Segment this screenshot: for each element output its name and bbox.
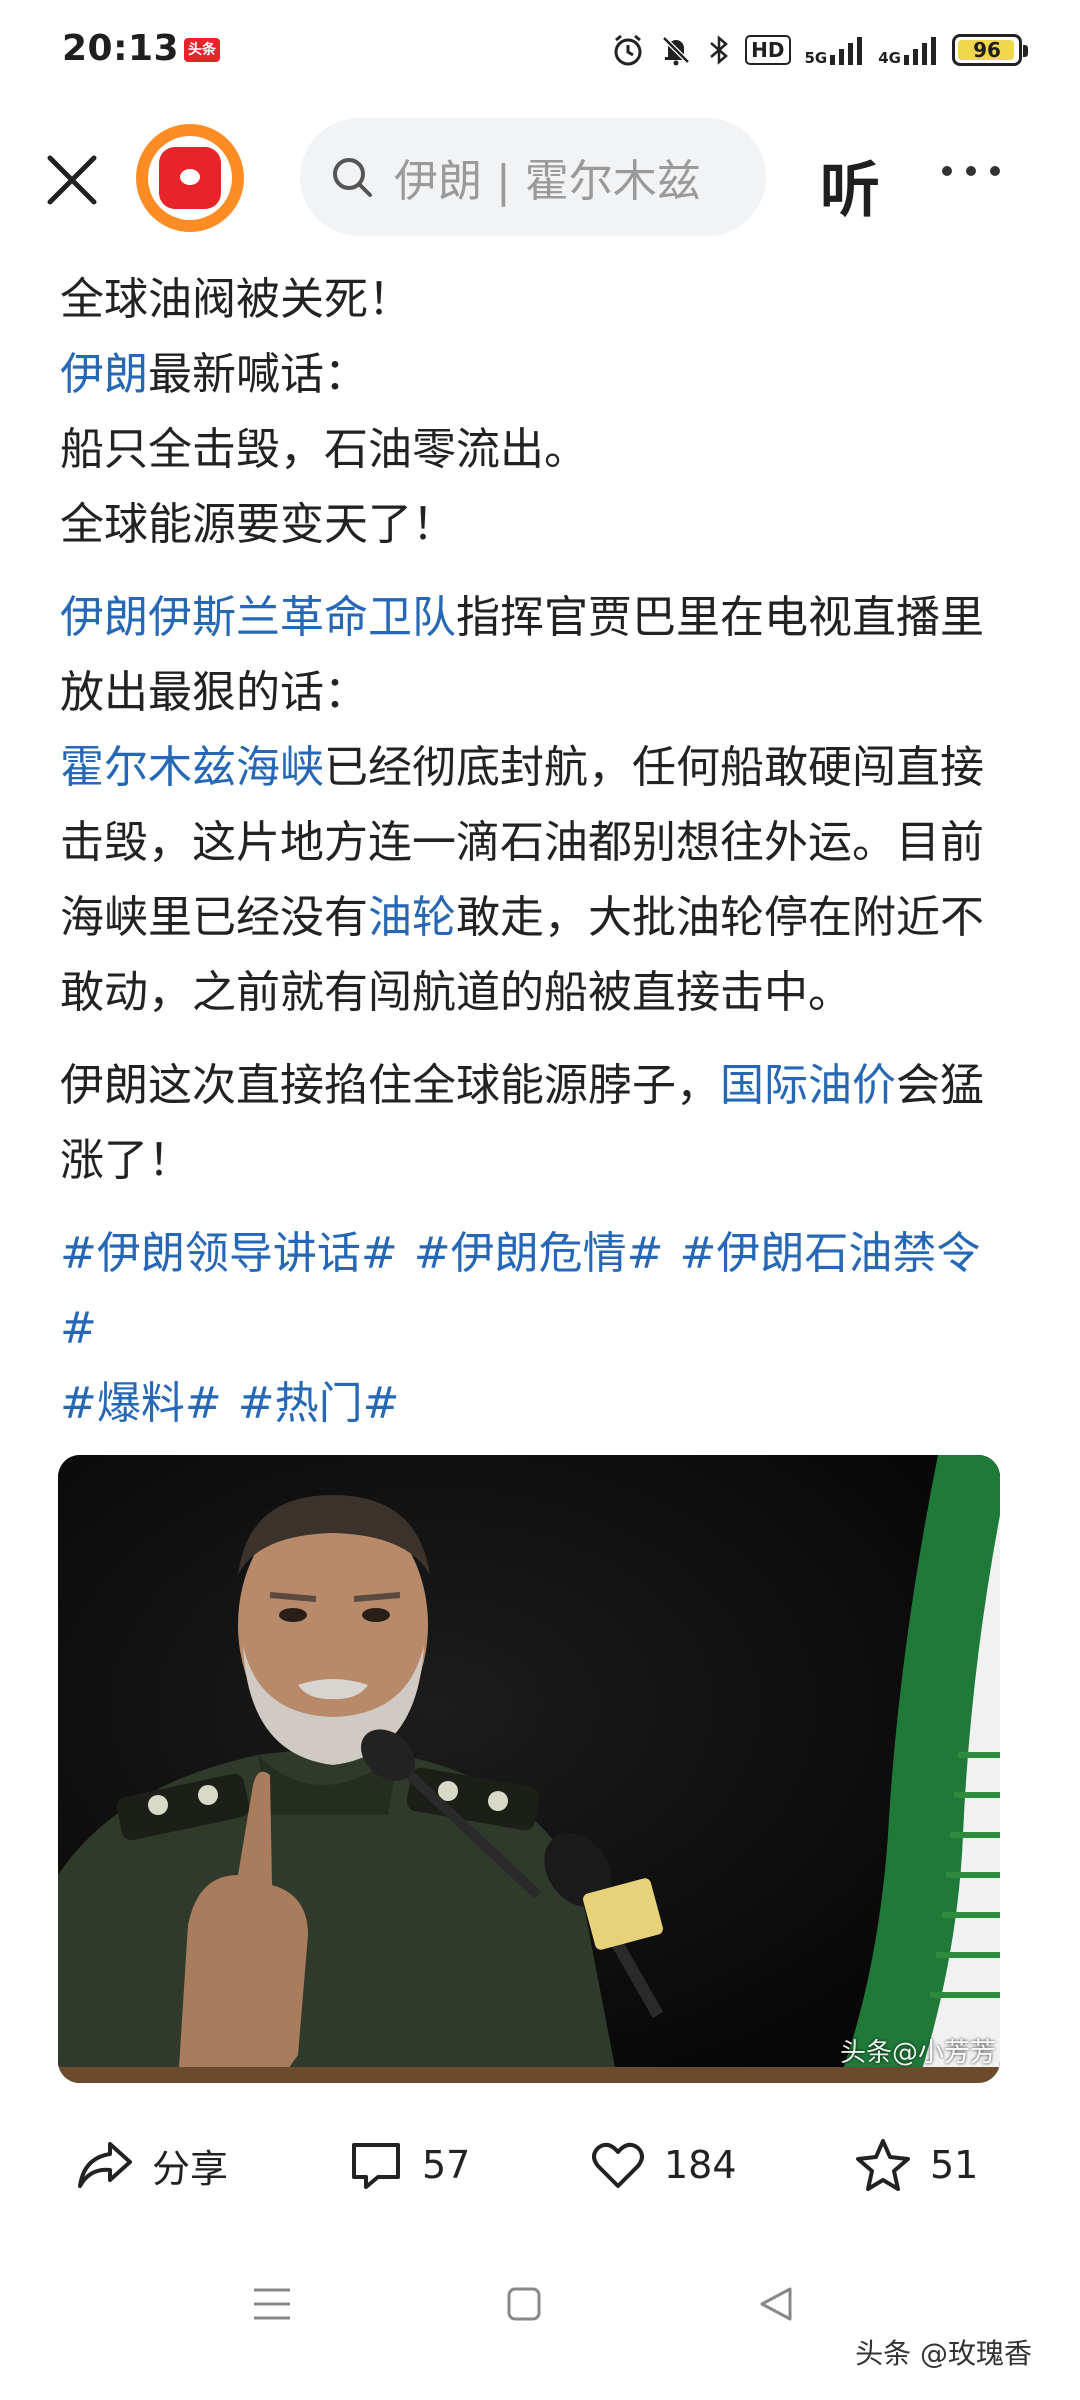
commander-speech-photo	[58, 1455, 1000, 2083]
red-envelope-icon	[159, 147, 221, 209]
image-watermark: 头条@小芳芳	[839, 2038, 996, 2068]
top-nav: 伊朗 | 霍尔木兹 听	[0, 110, 1080, 240]
star-icon	[856, 2139, 910, 2191]
share-icon	[78, 2142, 132, 2188]
hashtag[interactable]: #热门#	[238, 1378, 400, 1429]
more-options-button[interactable]	[942, 166, 1000, 176]
signal-5g-icon: 5G	[805, 35, 865, 66]
status-time: 20:13	[62, 28, 180, 69]
hd-voice-icon: HD	[745, 35, 791, 65]
hashtag[interactable]: #伊朗危情#	[414, 1228, 664, 1279]
topic-link-tanker[interactable]: 油轮	[368, 892, 456, 943]
article-photo[interactable]: 头条@小芳芳	[58, 1455, 1000, 2083]
comment-button[interactable]: 57	[348, 2130, 470, 2200]
signal-4g-icon: 4G	[878, 35, 938, 66]
hashtag[interactable]: #爆料#	[60, 1378, 222, 1429]
footer-watermark: 头条 @玫瑰香	[855, 2337, 1032, 2370]
battery-icon: 96	[952, 34, 1028, 66]
hashtag-list: #伊朗领导讲话# #伊朗危情# #伊朗石油禁令# #爆料# #热门#	[60, 1216, 1020, 1441]
favorite-count: 51	[930, 2143, 979, 2187]
toutiao-notification-icon: 头条	[184, 38, 220, 62]
alarm-icon	[614, 34, 642, 66]
topic-link-oil-price[interactable]: 国际油价	[720, 1060, 896, 1111]
paragraph-2: 伊朗伊斯兰革命卫队指挥官贾巴里在电视直播里放出最狠的话： 霍尔木兹海峡已经彻底封…	[60, 592, 984, 1018]
comment-icon	[352, 2143, 400, 2189]
back-triangle-icon	[760, 2287, 792, 2321]
status-bar: 20:13 头条 HD 5G 4G 96	[0, 0, 1080, 100]
status-icons: HD 5G 4G 96	[611, 28, 1028, 72]
battery-level: 96	[973, 38, 1001, 62]
intro-paragraph: 全球油阀被关死！ 伊朗最新喊话： 船只全击毁，石油零流出。 全球能源要变天了！	[60, 262, 1020, 562]
search-bar[interactable]: 伊朗 | 霍尔木兹	[300, 118, 766, 236]
topic-link-iran[interactable]: 伊朗	[60, 349, 148, 400]
bluetooth-icon	[710, 35, 729, 65]
share-label: 分享	[152, 2146, 229, 2191]
listen-button[interactable]: 听	[820, 142, 880, 229]
square-icon	[507, 2287, 541, 2321]
like-button[interactable]: 184	[590, 2130, 737, 2200]
recent-apps-button[interactable]	[242, 2274, 302, 2334]
menu-icon	[254, 2288, 290, 2320]
app-logo[interactable]	[136, 124, 244, 232]
search-query: 伊朗 | 霍尔木兹	[394, 156, 701, 207]
like-count: 184	[664, 2143, 737, 2187]
action-bar: 分享 57 184 51	[0, 2110, 1080, 2220]
home-button[interactable]	[494, 2274, 554, 2334]
hashtag[interactable]: #伊朗领导讲话#	[60, 1228, 398, 1279]
heart-icon	[592, 2142, 644, 2188]
search-icon	[333, 158, 372, 197]
article-body: 全球油阀被关死！ 伊朗最新喊话： 船只全击毁，石油零流出。 全球能源要变天了！ …	[60, 262, 1020, 1441]
paragraph-3: 伊朗这次直接掐住全球能源脖子，国际油价会猛涨了！	[60, 1060, 984, 1186]
topic-link-irgc[interactable]: 伊朗伊斯兰革命卫队	[60, 592, 456, 643]
close-icon	[47, 155, 97, 205]
back-button[interactable]	[746, 2274, 806, 2334]
share-button[interactable]: 分享	[76, 2130, 228, 2200]
favorite-button[interactable]: 51	[854, 2130, 978, 2200]
headline-line: 全球油阀被关死！	[60, 274, 412, 325]
topic-link-hormuz[interactable]: 霍尔木兹海峡	[60, 742, 324, 793]
mute-bell-icon	[662, 36, 690, 66]
comment-count: 57	[422, 2143, 471, 2187]
close-button[interactable]	[40, 148, 104, 212]
